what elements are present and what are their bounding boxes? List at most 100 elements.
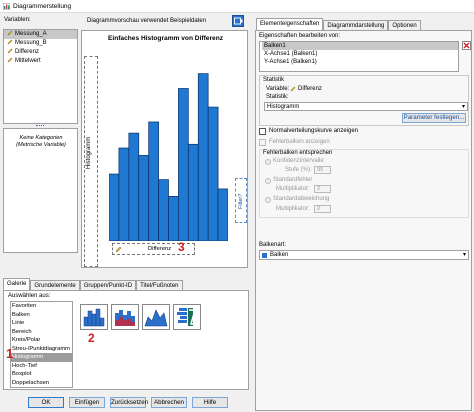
variable-item[interactable]: Messung_A [4, 30, 77, 39]
variable-label: Variable: [266, 86, 290, 92]
error-bars-label: Fehlerbalken anzeigen [269, 139, 330, 145]
bar-type-label: Balkenart: [259, 242, 287, 248]
thumb-simple-histogram[interactable] [80, 304, 108, 330]
histogram-bar [118, 147, 130, 242]
y-axis-label: Histogramm [86, 136, 92, 169]
scale-variable-icon [115, 246, 122, 253]
preview-notice: Diagrammvorschau verwendet Beispieldaten [87, 18, 207, 24]
reset-button[interactable]: Zurücksetzen [110, 397, 148, 408]
properties-element-item[interactable]: Balken1 [262, 42, 458, 50]
ok-button[interactable]: OK [28, 397, 64, 408]
chart-type-item[interactable]: Kreis/Polar [11, 336, 72, 345]
thumb-population-pyramid[interactable] [173, 304, 201, 330]
scale-variable-icon [7, 39, 13, 45]
bar-type-value: Balken [270, 252, 289, 258]
normal-curve-label: Normalverteilungskurve anzeigen [269, 128, 359, 134]
title-bar: Diagrammerstellung [0, 0, 474, 13]
delete-x-icon [463, 42, 470, 49]
y-axis-dropzone[interactable]: Histogramm [84, 56, 98, 267]
cancel-button[interactable]: Abbrechen [151, 397, 187, 408]
statistic-select-value: Histogramm [267, 104, 300, 110]
chevron-down-icon: ▾ [461, 104, 465, 110]
variable-item[interactable]: Differenz [4, 48, 77, 57]
histogram-bar [207, 106, 219, 242]
level-input[interactable]: 95 [314, 166, 331, 174]
preview-options-button[interactable] [232, 15, 244, 27]
chart-type-item[interactable]: Histogramm [11, 353, 72, 362]
bar-type-select[interactable]: Balken ▾ [259, 250, 469, 260]
histogram-bar [168, 196, 179, 242]
chart-type-item[interactable]: Balken [11, 311, 72, 320]
histogram-bar [158, 179, 169, 242]
stacked-histogram-icon [115, 310, 135, 326]
error-group-title: Fehlerbalken entsprechen [263, 150, 333, 156]
properties-element-item[interactable]: Y-Achse1 (Balken1) [262, 58, 458, 66]
level-label: Stufe (%): [285, 167, 312, 173]
population-pyramid-icon [177, 308, 197, 326]
annotation-two: 2 [88, 331, 95, 345]
ci-label: Konfidenzintervalle [273, 158, 324, 164]
filter-dropzone[interactable]: Filter? [235, 178, 247, 223]
thumb-stacked-histogram[interactable] [111, 304, 139, 330]
variable-item[interactable]: Messung_B [4, 39, 77, 48]
properties-element-item[interactable]: X-Achse1 (Balken1) [262, 50, 458, 58]
chart-type-item[interactable]: Doppelachsen [11, 379, 72, 388]
variable-item[interactable]: Mittelwert [4, 57, 77, 66]
choose-from-label: Auswählen aus: [8, 293, 51, 299]
thumb-frequency-polygon[interactable] [142, 304, 170, 330]
chevron-down-icon: ▾ [462, 252, 466, 258]
element-properties-panel: Eigenschaften bearbeiten von: Balken1 X-A… [255, 30, 472, 411]
error-bars-group: Fehlerbalken entsprechen Konfidenzinterv… [259, 149, 469, 218]
categories-note: Keine Kategorien (Metrische Variable) [16, 135, 66, 148]
simple-histogram-icon [83, 308, 105, 327]
scale-variable-icon [7, 57, 13, 63]
chart-type-item[interactable]: Hoch-Tief [11, 362, 72, 371]
chart-type-item[interactable]: Linie [11, 319, 72, 328]
chart-window-icon [234, 17, 243, 25]
variable-name: Mittelwert [15, 58, 41, 64]
sd-radio[interactable] [265, 197, 271, 203]
histogram-bar [108, 173, 120, 242]
normal-curve-checkbox[interactable] [259, 128, 266, 135]
se-radio[interactable] [265, 178, 271, 184]
variable-name: Differenz [15, 49, 39, 55]
histogram-bar [187, 143, 199, 242]
chart-title: Einfaches Histogramm von Differenz [107, 35, 224, 42]
variables-label: Variablen: [4, 17, 31, 23]
x-axis-variable: Differenz [148, 246, 172, 252]
statistic-select[interactable]: Histogramm ▾ [264, 102, 468, 111]
chart-canvas[interactable]: Einfaches Histogramm von Differenz Histo… [81, 30, 248, 268]
paste-button[interactable]: Einfügen [69, 397, 105, 408]
statistic-label: Statistik: [266, 94, 289, 100]
gallery-tabs: Galerie Grundelemente Gruppen/Punkt-ID Tite… [3, 277, 249, 291]
se-multiplier-input[interactable]: 2 [314, 185, 331, 193]
statistic-group: Statistik Variable: Differenz Statistik:… [259, 75, 469, 126]
chart-type-item[interactable]: Streu-/Punktdiagramm [11, 345, 72, 354]
frequency-polygon-icon [144, 309, 168, 327]
histogram-plot [108, 73, 229, 242]
variable-name: Messung_B [15, 40, 47, 46]
delete-element-button[interactable] [462, 41, 471, 50]
help-button[interactable]: Hilfe [192, 397, 228, 408]
window-title: Diagrammerstellung [13, 3, 72, 10]
properties-element-list[interactable]: Balken1 X-Achse1 (Balken1) Y-Achse1 (Balke… [259, 41, 459, 72]
gallery-panel: Auswählen aus: Favoriten Balken Linie Berei… [3, 290, 249, 390]
sd-label: Standardabweichung [273, 196, 330, 202]
statistic-group-title: Statistik [263, 77, 285, 83]
categories-panel: Keine Kategorien (Metrische Variable) [3, 128, 78, 253]
chart-type-item[interactable]: Bereich [11, 328, 72, 337]
chart-type-list[interactable]: Favoriten Balken Linie Bereich Kreis/Polar St… [10, 301, 73, 388]
scale-variable-icon [290, 86, 296, 92]
set-parameters-button[interactable]: Parameter festlegen... [402, 113, 466, 123]
chart-type-item[interactable]: Favoriten [11, 302, 72, 311]
histogram-bar [128, 132, 140, 242]
sd-multiplier-input[interactable]: 2 [314, 205, 331, 213]
variables-list[interactable]: Messung_A Messung_B Differenz Mittelwert [3, 29, 78, 124]
error-bars-checkbox[interactable] [259, 139, 266, 146]
scale-variable-icon [7, 30, 13, 36]
annotation-one: 1 [6, 346, 14, 361]
edit-properties-label: Eigenschaften bearbeiten von: [259, 33, 341, 39]
ci-radio[interactable] [265, 159, 271, 165]
sd-multiplier-label: Multiplikator: [276, 206, 310, 212]
chart-type-item[interactable]: Boxplot [11, 370, 72, 379]
